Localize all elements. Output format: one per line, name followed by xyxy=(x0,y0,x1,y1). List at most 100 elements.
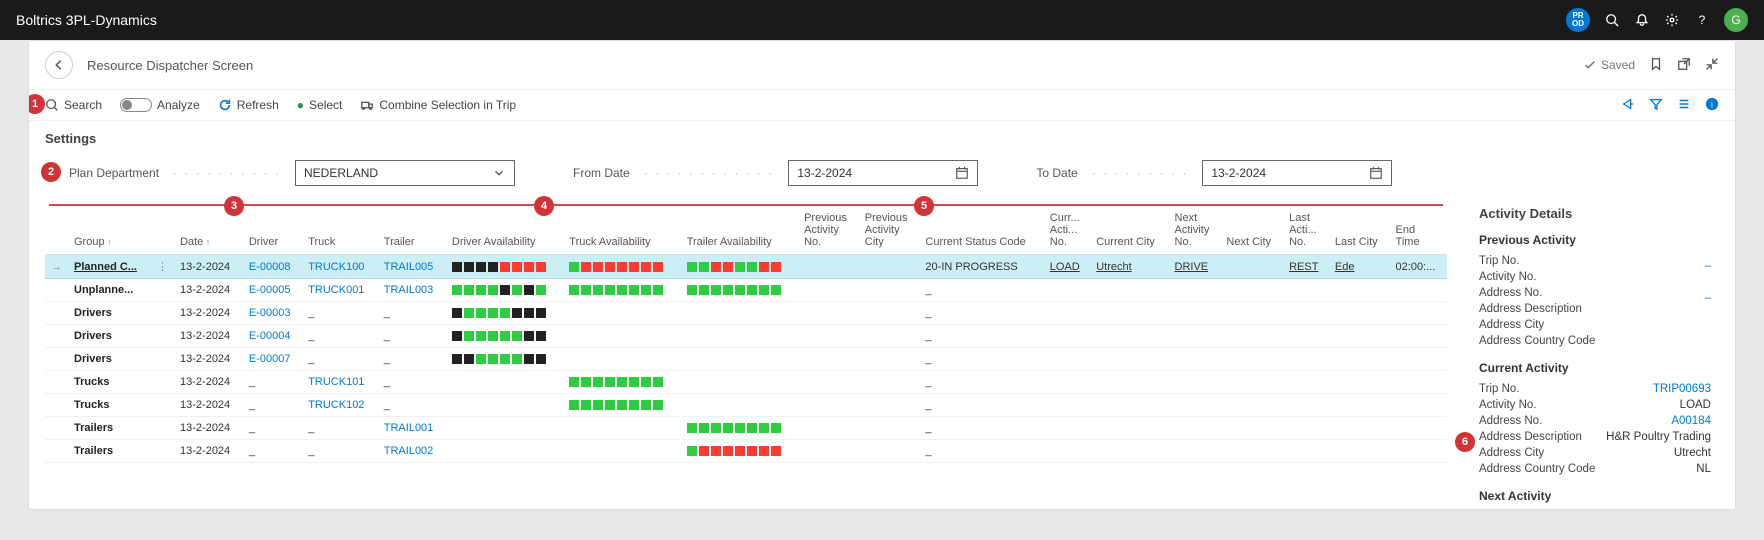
col-next-act-no[interactable]: Next Activity No. xyxy=(1169,206,1221,255)
cell-trailer[interactable]: TRAIL005 xyxy=(378,255,446,279)
col-truck-avail[interactable]: Truck Availability xyxy=(563,206,680,255)
analyze-toggle-switch[interactable] xyxy=(120,98,152,112)
row-menu-icon[interactable] xyxy=(151,325,174,348)
dispatch-table: Group Date Driver Truck Trailer Driver A… xyxy=(45,206,1447,463)
back-button[interactable] xyxy=(45,51,73,79)
cell-prev-act-no xyxy=(798,325,859,348)
cell-date: 13-2-2024 xyxy=(174,255,243,279)
col-truck[interactable]: Truck xyxy=(302,206,378,255)
collapse-icon[interactable] xyxy=(1705,57,1719,74)
col-trailer-avail[interactable]: Trailer Availability xyxy=(681,206,798,255)
row-menu-icon[interactable] xyxy=(151,417,174,440)
table-wrap: Group Date Driver Truck Trailer Driver A… xyxy=(29,206,1463,479)
row-menu-icon[interactable]: ⋮ xyxy=(151,255,174,279)
cell-trailer-avail xyxy=(681,325,798,348)
col-driver[interactable]: Driver xyxy=(243,206,302,255)
cell-end-time xyxy=(1390,440,1447,463)
cell-prev-act-city xyxy=(859,417,920,440)
refresh-action[interactable]: Refresh xyxy=(218,98,279,112)
search-action[interactable]: Search xyxy=(45,98,102,112)
cell-next-act-no[interactable]: DRIVE xyxy=(1169,255,1221,279)
cell-curr-act-no xyxy=(1044,417,1090,440)
cell-truck[interactable]: TRUCK101 xyxy=(302,371,378,394)
col-curr-city[interactable]: Current City xyxy=(1090,206,1168,255)
info-icon[interactable]: i xyxy=(1705,97,1719,114)
cell-trailer[interactable]: TRAIL001 xyxy=(378,417,446,440)
popout-icon[interactable] xyxy=(1677,57,1691,74)
cell-truck[interactable]: TRUCK001 xyxy=(302,279,378,302)
analyze-toggle[interactable]: Analyze xyxy=(120,98,200,112)
search-icon[interactable] xyxy=(1604,12,1620,28)
row-menu-icon[interactable] xyxy=(151,440,174,463)
col-last-act-no[interactable]: Last Acti... No. xyxy=(1283,206,1329,255)
table-row[interactable]: Trailers 13-2-2024 _ _ TRAIL002 _ xyxy=(45,440,1447,463)
row-menu-icon[interactable] xyxy=(151,394,174,417)
cell-last-act-no[interactable]: REST xyxy=(1283,255,1329,279)
row-menu-icon[interactable] xyxy=(151,371,174,394)
col-prev-act-city[interactable]: Previous Activity City xyxy=(859,206,920,255)
filter-icon[interactable] xyxy=(1649,97,1663,114)
cell-last-act-no xyxy=(1283,348,1329,371)
cell-trailer: _ xyxy=(378,394,446,417)
cell-driver[interactable]: E-00004 xyxy=(243,325,302,348)
cell-truck[interactable]: TRUCK100 xyxy=(302,255,378,279)
row-menu-icon[interactable] xyxy=(151,279,174,302)
cell-trailer[interactable]: TRAIL002 xyxy=(378,440,446,463)
prev-trip-no-value[interactable]: _ xyxy=(1705,255,1711,267)
cell-last-city xyxy=(1329,325,1390,348)
col-curr-act-no[interactable]: Curr... Acti... No. xyxy=(1044,206,1090,255)
table-row[interactable]: Unplanne... 13-2-2024 E-00005 TRUCK001 T… xyxy=(45,279,1447,302)
cell-driver[interactable]: E-00003 xyxy=(243,302,302,325)
cell-driver[interactable]: E-00008 xyxy=(243,255,302,279)
analyze-label: Analyze xyxy=(157,98,200,112)
help-icon[interactable]: ? xyxy=(1694,12,1710,28)
row-arrow-icon xyxy=(45,371,68,394)
col-last-city[interactable]: Last City xyxy=(1329,206,1390,255)
list-icon[interactable] xyxy=(1677,97,1691,114)
cell-trailer[interactable]: TRAIL003 xyxy=(378,279,446,302)
table-row[interactable]: Trailers 13-2-2024 _ _ TRAIL001 _ xyxy=(45,417,1447,440)
table-row[interactable]: → Planned C... ⋮ 13-2-2024 E-00008 TRUCK… xyxy=(45,255,1447,279)
cell-date: 13-2-2024 xyxy=(174,440,243,463)
cell-curr-city xyxy=(1090,279,1168,302)
row-menu-icon[interactable] xyxy=(151,302,174,325)
cell-next-act-no xyxy=(1169,394,1221,417)
table-row[interactable]: Trucks 13-2-2024 _ TRUCK102 _ _ xyxy=(45,394,1447,417)
col-end-time[interactable]: End Time xyxy=(1390,206,1447,255)
share-icon[interactable] xyxy=(1621,97,1635,114)
prev-addr-no-value[interactable]: _ xyxy=(1705,287,1711,299)
col-trailer[interactable]: Trailer xyxy=(378,206,446,255)
cell-curr-act-no[interactable]: LOAD xyxy=(1044,255,1090,279)
row-menu-icon[interactable] xyxy=(151,348,174,371)
combine-action[interactable]: Combine Selection in Trip xyxy=(360,98,516,112)
table-row[interactable]: Drivers 13-2-2024 E-00007 _ _ _ xyxy=(45,348,1447,371)
col-group[interactable]: Group xyxy=(68,206,151,255)
cell-driver[interactable]: E-00007 xyxy=(243,348,302,371)
to-date-input[interactable]: 13-2-2024 xyxy=(1202,160,1392,186)
plan-department-label: Plan Department xyxy=(69,166,159,180)
col-status[interactable]: Current Status Code xyxy=(919,206,1043,255)
callout-2: 2 xyxy=(41,162,61,182)
select-action[interactable]: ● Select xyxy=(297,98,343,112)
cell-status: _ xyxy=(919,302,1043,325)
col-next-city[interactable]: Next City xyxy=(1220,206,1283,255)
plan-department-select[interactable]: NEDERLAND xyxy=(295,160,515,186)
table-row[interactable]: Drivers 13-2-2024 E-00003 _ _ _ xyxy=(45,302,1447,325)
table-row[interactable]: Drivers 13-2-2024 E-00004 _ _ _ xyxy=(45,325,1447,348)
prev-addr-cc-label: Address Country Code xyxy=(1479,335,1595,347)
cell-truck[interactable]: TRUCK102 xyxy=(302,394,378,417)
from-date-input[interactable]: 13-2-2024 xyxy=(788,160,978,186)
curr-trip-no-value[interactable]: TRIP00693 xyxy=(1653,383,1711,395)
bell-icon[interactable] xyxy=(1634,12,1650,28)
col-prev-act-no[interactable]: Previous Activity No. xyxy=(798,206,859,255)
cell-curr-city[interactable]: Utrecht xyxy=(1090,255,1168,279)
cell-last-city[interactable]: Ede xyxy=(1329,255,1390,279)
avatar[interactable]: G xyxy=(1724,8,1748,32)
callout-4: 4 xyxy=(534,196,554,216)
cell-curr-act-no xyxy=(1044,325,1090,348)
cell-driver[interactable]: E-00005 xyxy=(243,279,302,302)
curr-addr-no-value[interactable]: A00184 xyxy=(1671,415,1711,427)
bookmark-icon[interactable] xyxy=(1649,57,1663,74)
table-row[interactable]: Trucks 13-2-2024 _ TRUCK101 _ _ xyxy=(45,371,1447,394)
gear-icon[interactable] xyxy=(1664,12,1680,28)
